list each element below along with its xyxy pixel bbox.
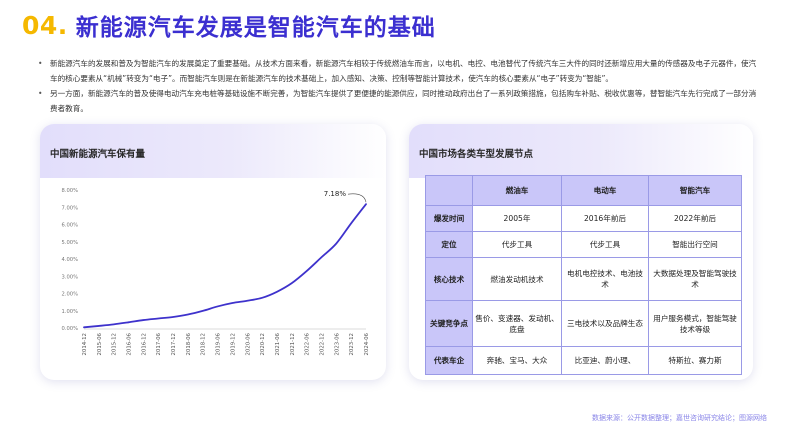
row-header: 定位 bbox=[425, 231, 473, 258]
table-cell: 奔驰、宝马、大众 bbox=[472, 346, 562, 375]
x-tick-label: 2020-12 bbox=[260, 333, 266, 356]
table-cell: 代步工具 bbox=[472, 231, 562, 258]
x-tick-label: 2015-06 bbox=[97, 332, 103, 355]
card-header: 中国市场各类车型发展节点 bbox=[409, 124, 753, 178]
y-tick-label: 0.00% bbox=[62, 326, 79, 332]
x-tick-label: 2017-12 bbox=[171, 333, 177, 356]
data-source-note: 数据来源：公开数据整理；嘉世咨询研究结论；图源网络 bbox=[592, 414, 767, 422]
table-corner-cell bbox=[425, 175, 473, 206]
x-tick-label: 2019-12 bbox=[230, 333, 236, 356]
x-tick-label: 2024-06 bbox=[364, 332, 370, 355]
bullet-paragraph: 另一方面，新能源汽车的普及使得电动汽车充电桩等基础设施不断完善，为智能汽车提供了… bbox=[38, 86, 758, 116]
row-header: 爆发时间 bbox=[425, 205, 473, 232]
table-row: 代表车企 奔驰、宝马、大众 比亚迪、蔚小理、 特斯拉、赛力斯 bbox=[425, 346, 742, 375]
table-cell: 智能出行空间 bbox=[648, 231, 742, 258]
milestones-table: 燃油车 电动车 智能汽车 爆发时间 2005年 2016年前后 2022年前后 … bbox=[425, 175, 742, 375]
x-tick-label: 2019-06 bbox=[216, 332, 222, 355]
x-tick-label: 2016-12 bbox=[141, 333, 147, 356]
section-number: 04. bbox=[22, 10, 68, 40]
vehicle-milestones-card: 中国市场各类车型发展节点 燃油车 电动车 智能汽车 爆发时间 2005年 201… bbox=[409, 124, 753, 380]
table-cell: 三电技术以及品牌生态 bbox=[561, 300, 649, 347]
column-header: 电动车 bbox=[561, 175, 649, 206]
table-cell: 代步工具 bbox=[561, 231, 649, 258]
x-tick-label: 2022-12 bbox=[319, 333, 325, 356]
table-cell: 售价、变速器、发动机、底盘 bbox=[472, 300, 562, 347]
table-cell: 用户服务模式，智能驾驶技术等级 bbox=[648, 300, 742, 347]
table-cell: 电机电控技术、电池技术 bbox=[561, 257, 649, 301]
section-title: 新能源汽车发展是智能汽车的基础 bbox=[75, 15, 436, 41]
ev-ownership-card: 中国新能源汽车保有量 0.00% 1.00% 2.00% 3.00% 4.00% 5.00… bbox=[40, 124, 386, 380]
page-title: 04. 新能源汽车发展是智能汽车的基础 bbox=[22, 8, 436, 42]
y-tick-label: 4.00% bbox=[62, 257, 79, 263]
table-row: 关键竞争点 售价、变速器、发动机、底盘 三电技术以及品牌生态 用户服务模式，智能… bbox=[425, 300, 742, 347]
x-tick-label: 2017-06 bbox=[156, 332, 162, 355]
series-line bbox=[83, 203, 367, 329]
table-cell: 2016年前后 bbox=[561, 205, 649, 232]
annotation-label: 7.18% bbox=[324, 190, 347, 198]
table-row: 核心技术 燃油发动机技术 电机电控技术、电池技术 大数据处理及智能驾驶技术 bbox=[425, 257, 742, 301]
table-cell: 比亚迪、蔚小理、 bbox=[561, 346, 649, 375]
x-tick-label: 2022-06 bbox=[305, 332, 311, 355]
x-tick-label: 2015-12 bbox=[112, 333, 118, 356]
y-tick-label: 5.00% bbox=[62, 240, 79, 246]
column-header: 智能汽车 bbox=[648, 175, 742, 206]
y-tick-label: 7.00% bbox=[62, 205, 79, 211]
column-header: 燃油车 bbox=[472, 175, 562, 206]
x-tick-label: 2023-12 bbox=[349, 333, 355, 356]
x-tick-label: 2023-06 bbox=[334, 332, 340, 355]
row-header: 关键竞争点 bbox=[425, 300, 473, 347]
x-tick-label: 2014-12 bbox=[82, 333, 88, 356]
x-tick-label: 2018-06 bbox=[186, 332, 192, 355]
bullet-paragraph: 新能源汽车的发展和普及为智能汽车的发展奠定了重要基础。从技术方面来看，新能源汽车… bbox=[38, 56, 758, 86]
table-cell: 2005年 bbox=[472, 205, 562, 232]
x-tick-label: 2018-12 bbox=[201, 333, 207, 356]
table-row: 定位 代步工具 代步工具 智能出行空间 bbox=[425, 231, 742, 258]
table-cell: 2022年前后 bbox=[648, 205, 742, 232]
row-header: 核心技术 bbox=[425, 257, 473, 301]
x-tick-label: 2021-06 bbox=[275, 332, 281, 355]
y-tick-label: 2.00% bbox=[62, 292, 79, 298]
row-header: 代表车企 bbox=[425, 346, 473, 375]
table-title: 中国市场各类车型发展节点 bbox=[419, 149, 534, 160]
table-cell: 大数据处理及智能驾驶技术 bbox=[648, 257, 742, 301]
y-tick-label: 6.00% bbox=[62, 223, 79, 229]
annotation-leader bbox=[347, 193, 367, 203]
line-chart: 0.00% 1.00% 2.00% 3.00% 4.00% 5.00% 6.00% 7.00%… bbox=[62, 188, 370, 356]
y-tick-label: 1.00% bbox=[62, 309, 79, 315]
table-row: 爆发时间 2005年 2016年前后 2022年前后 bbox=[425, 205, 742, 232]
x-tick-label: 2020-06 bbox=[245, 332, 251, 355]
y-tick-label: 8.00% bbox=[62, 188, 79, 194]
table-cell: 特斯拉、赛力斯 bbox=[648, 346, 742, 375]
x-tick-label: 2021-12 bbox=[290, 333, 296, 356]
x-tick-label: 2016-06 bbox=[127, 332, 133, 355]
intro-bullets: 新能源汽车的发展和普及为智能汽车的发展奠定了重要基础。从技术方面来看，新能源汽车… bbox=[38, 56, 758, 116]
table-cell: 燃油发动机技术 bbox=[472, 257, 562, 301]
table-header-row: 燃油车 电动车 智能汽车 bbox=[425, 175, 742, 206]
y-tick-label: 3.00% bbox=[62, 274, 79, 280]
